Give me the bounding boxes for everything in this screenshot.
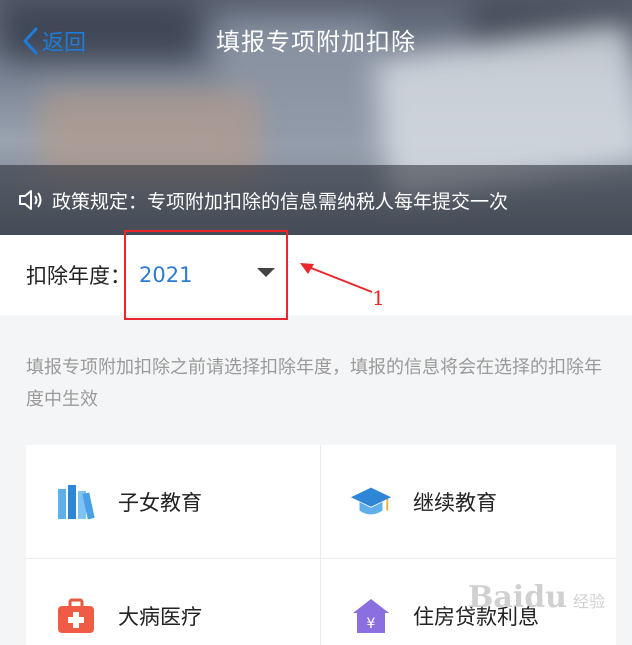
watermark-text: Baidu xyxy=(468,580,567,615)
svg-text:¥: ¥ xyxy=(367,616,376,632)
deduction-item-child-education[interactable]: 子女教育 xyxy=(26,445,321,559)
deduction-label: 继续教育 xyxy=(413,490,497,515)
deduction-item-continuing-education[interactable]: 继续教育 xyxy=(321,445,616,559)
page: 返回 填报专项附加扣除 政策规定：专项附加扣除的信息需纳税人每年提交一次 扣除年… xyxy=(0,0,632,645)
hint-text: 填报专项附加扣除之前请选择扣除年度，填报的信息将会在选择的扣除年度中生效 xyxy=(26,357,602,410)
annotation-number: 1 xyxy=(372,286,385,310)
watermark-sub: 经验 xyxy=(572,592,605,611)
house-yen-icon: ¥ xyxy=(349,596,393,636)
graduation-cap-icon xyxy=(349,482,393,522)
books-icon xyxy=(54,482,98,522)
deduction-item-serious-illness[interactable]: 大病医疗 xyxy=(26,559,321,645)
deduction-label: 大病医疗 xyxy=(118,604,202,629)
deduction-label: 子女教育 xyxy=(118,490,202,515)
watermark: Baidu 经验 xyxy=(468,580,628,640)
medical-kit-icon xyxy=(54,596,98,636)
